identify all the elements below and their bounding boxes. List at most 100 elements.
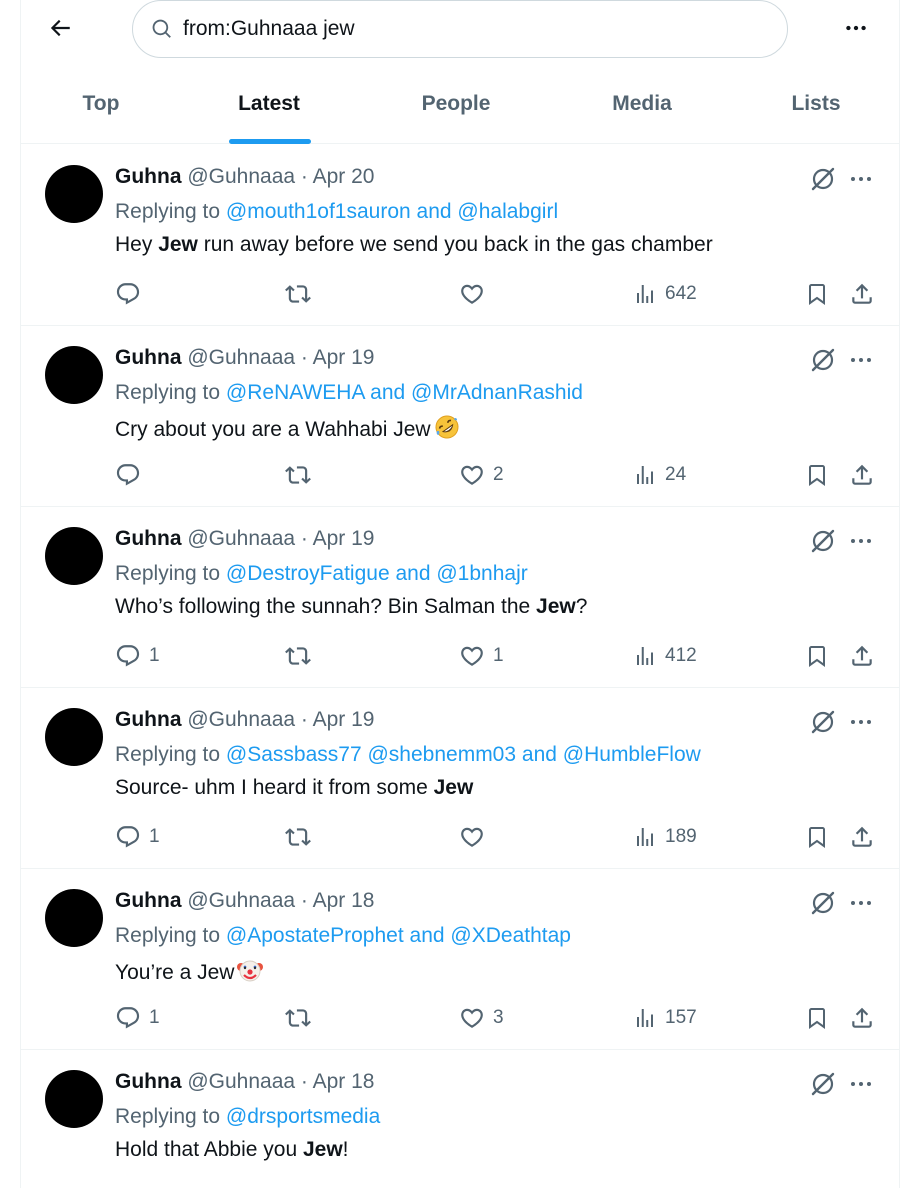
mention-conjunction[interactable]: and bbox=[370, 381, 405, 404]
more-options-button[interactable] bbox=[836, 8, 876, 48]
tweet-date[interactable]: Apr 19 bbox=[313, 708, 375, 731]
display-name[interactable]: Guhna bbox=[115, 346, 182, 369]
tweet-date[interactable]: Apr 20 bbox=[313, 165, 375, 188]
retweet-button[interactable] bbox=[285, 460, 319, 490]
mention-link[interactable]: @XDeathtap bbox=[450, 924, 571, 947]
mention-link[interactable]: @ReNAWEHA bbox=[226, 381, 364, 404]
avatar[interactable] bbox=[45, 346, 103, 404]
tweet-more-button[interactable] bbox=[847, 891, 875, 915]
tweet-more-button[interactable] bbox=[847, 1072, 875, 1096]
grok-button[interactable] bbox=[809, 165, 837, 193]
reply-count: 1 bbox=[149, 645, 160, 666]
tweet-more-button[interactable] bbox=[847, 167, 875, 191]
views-button[interactable]: 157 bbox=[633, 1003, 697, 1033]
handle[interactable]: @Guhnaaa bbox=[187, 346, 295, 369]
like-button[interactable] bbox=[459, 279, 493, 309]
views-button[interactable]: 24 bbox=[633, 460, 686, 490]
bookmark-button[interactable] bbox=[805, 822, 829, 852]
share-button[interactable] bbox=[849, 460, 875, 490]
avatar[interactable] bbox=[45, 1070, 103, 1128]
tweet-more-button[interactable] bbox=[847, 529, 875, 553]
grok-button[interactable] bbox=[809, 889, 837, 917]
display-name[interactable]: Guhna bbox=[115, 889, 182, 912]
share-button[interactable] bbox=[849, 641, 875, 671]
tweet-date[interactable]: Apr 19 bbox=[313, 346, 375, 369]
handle[interactable]: @Guhnaaa bbox=[187, 889, 295, 912]
mention-link[interactable]: @shebnemm03 bbox=[367, 743, 516, 766]
tweet[interactable]: Guhna @Guhnaaa · Apr 18 Replying to @Apo… bbox=[21, 869, 899, 1050]
like-button[interactable] bbox=[459, 822, 493, 852]
handle[interactable]: @Guhnaaa bbox=[187, 1070, 295, 1093]
mention-conjunction[interactable]: and bbox=[522, 743, 557, 766]
views-button[interactable]: 189 bbox=[633, 822, 697, 852]
search-input[interactable] bbox=[183, 17, 743, 41]
views-button[interactable]: 642 bbox=[633, 279, 697, 309]
grok-button[interactable] bbox=[809, 1070, 837, 1098]
tweet[interactable]: Guhna @Guhnaaa · Apr 20 Replying to @mou… bbox=[21, 145, 899, 326]
tweet[interactable]: Guhna @Guhnaaa · Apr 18 Replying to @drs… bbox=[21, 1050, 899, 1188]
mention-link[interactable]: @1bnhajr bbox=[436, 562, 527, 585]
mention-link[interactable]: @mouth1of1sauron bbox=[226, 200, 411, 223]
tab-latest[interactable]: Latest bbox=[221, 74, 317, 144]
mention-link[interactable]: @ApostateProphet bbox=[226, 924, 404, 947]
grok-button[interactable] bbox=[809, 708, 837, 736]
reply-button[interactable]: 1 bbox=[115, 1003, 160, 1033]
handle[interactable]: @Guhnaaa bbox=[187, 165, 295, 188]
share-button[interactable] bbox=[849, 822, 875, 852]
tweet-date[interactable]: Apr 18 bbox=[313, 1070, 375, 1093]
bookmark-button[interactable] bbox=[805, 1003, 829, 1033]
mention-conjunction[interactable]: and bbox=[395, 562, 430, 585]
back-button[interactable] bbox=[38, 6, 82, 50]
mention-conjunction[interactable]: and bbox=[417, 200, 452, 223]
bookmark-button[interactable] bbox=[805, 641, 829, 671]
mention-link[interactable]: @HumbleFlow bbox=[563, 743, 701, 766]
bookmark-button[interactable] bbox=[805, 279, 829, 309]
grok-button[interactable] bbox=[809, 346, 837, 374]
grok-button[interactable] bbox=[809, 527, 837, 555]
avatar[interactable] bbox=[45, 889, 103, 947]
mention-link[interactable]: @DestroyFatigue bbox=[226, 562, 390, 585]
avatar[interactable] bbox=[45, 527, 103, 585]
retweet-button[interactable] bbox=[285, 822, 319, 852]
tweet-more-button[interactable] bbox=[847, 710, 875, 734]
display-name[interactable]: Guhna bbox=[115, 527, 182, 550]
avatar[interactable] bbox=[45, 165, 103, 223]
tab-top[interactable]: Top bbox=[61, 74, 141, 144]
bookmark-button[interactable] bbox=[805, 460, 829, 490]
tab-media[interactable]: Media bbox=[597, 74, 687, 144]
reply-button[interactable]: 1 bbox=[115, 641, 160, 671]
tweet-date[interactable]: Apr 18 bbox=[313, 889, 375, 912]
handle[interactable]: @Guhnaaa bbox=[187, 708, 295, 731]
tab-people[interactable]: People bbox=[406, 74, 506, 144]
tab-lists[interactable]: Lists bbox=[781, 74, 851, 144]
retweet-button[interactable] bbox=[285, 641, 319, 671]
display-name[interactable]: Guhna bbox=[115, 165, 182, 188]
views-button[interactable]: 412 bbox=[633, 641, 697, 671]
share-button[interactable] bbox=[849, 1003, 875, 1033]
tweet-date[interactable]: Apr 19 bbox=[313, 527, 375, 550]
handle[interactable]: @Guhnaaa bbox=[187, 527, 295, 550]
tweet[interactable]: Guhna @Guhnaaa · Apr 19 Replying to @Des… bbox=[21, 507, 899, 688]
tweet[interactable]: Guhna @Guhnaaa · Apr 19 Replying to @Sas… bbox=[21, 688, 899, 869]
retweet-button[interactable] bbox=[285, 1003, 319, 1033]
like-button[interactable]: 1 bbox=[459, 641, 504, 671]
tweet[interactable]: Guhna @Guhnaaa · Apr 19 Replying to @ReN… bbox=[21, 326, 899, 507]
mention-link[interactable]: @drsportsmedia bbox=[226, 1105, 380, 1128]
mention-conjunction[interactable]: and bbox=[410, 924, 445, 947]
like-icon bbox=[461, 1008, 483, 1028]
display-name[interactable]: Guhna bbox=[115, 708, 182, 731]
tweet-more-button[interactable] bbox=[847, 348, 875, 372]
reply-button[interactable]: 1 bbox=[115, 822, 160, 852]
display-name[interactable]: Guhna bbox=[115, 1070, 182, 1093]
retweet-button[interactable] bbox=[285, 279, 319, 309]
mention-link[interactable]: @Sassbass77 bbox=[226, 743, 362, 766]
share-button[interactable] bbox=[849, 279, 875, 309]
reply-button[interactable] bbox=[115, 279, 149, 309]
reply-button[interactable] bbox=[115, 460, 149, 490]
like-button[interactable]: 2 bbox=[459, 460, 504, 490]
search-box[interactable] bbox=[132, 0, 788, 58]
avatar[interactable] bbox=[45, 708, 103, 766]
mention-link[interactable]: @MrAdnanRashid bbox=[411, 381, 583, 404]
mention-link[interactable]: @halabgirl bbox=[457, 200, 558, 223]
like-button[interactable]: 3 bbox=[459, 1003, 504, 1033]
